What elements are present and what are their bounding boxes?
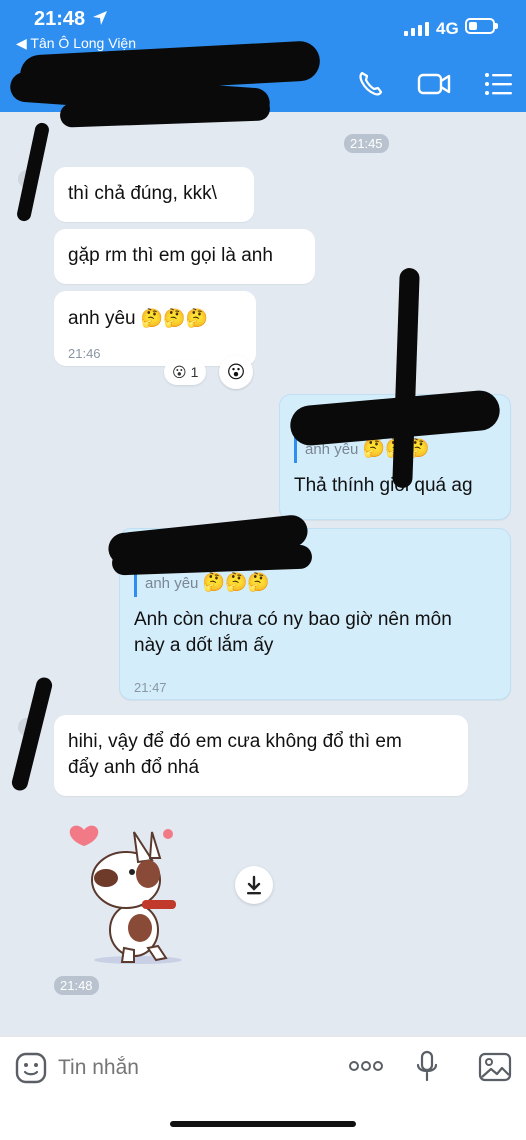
quoted-text: anh yêu xyxy=(145,575,199,592)
message-time: 21:46 xyxy=(68,346,101,361)
message-bubble[interactable]: gặp rm thì em gọi là anh xyxy=(54,229,315,284)
message-text: anh yêu xyxy=(68,308,136,329)
emoji: 🤔🤔🤔 xyxy=(202,572,270,592)
video-call-icon[interactable] xyxy=(416,66,452,102)
message-text-line: Anh còn chưa có ny bao giờ nên môn xyxy=(134,609,452,630)
sticker-icon[interactable] xyxy=(14,1051,48,1085)
download-icon xyxy=(247,875,261,895)
reaction-emoji: 😮 xyxy=(172,363,187,380)
message-input[interactable] xyxy=(56,1049,320,1087)
battery-icon xyxy=(465,18,498,34)
message-time: 21:47 xyxy=(134,680,167,695)
download-button[interactable] xyxy=(235,866,273,904)
reaction-count[interactable]: 😮 1 xyxy=(164,359,207,385)
network-type: 4G xyxy=(436,19,459,38)
microphone-icon[interactable] xyxy=(414,1049,440,1085)
signal-icon xyxy=(404,22,429,36)
emoji: 🤔🤔🤔 xyxy=(140,308,209,328)
more-icon[interactable] xyxy=(348,1059,384,1073)
status-time: 21:48 xyxy=(34,8,86,30)
message-text: Thả thính giỏi quá ag xyxy=(294,475,473,496)
phone-icon[interactable] xyxy=(352,66,388,102)
time-chip: 21:45 xyxy=(344,134,389,153)
dog-with-heart-sticker[interactable] xyxy=(64,810,204,966)
redaction-scribble xyxy=(10,675,54,793)
message-bubble[interactable]: thì chả đúng, kkk\ xyxy=(54,167,254,222)
back-to-app-link[interactable]: ◀ Tân Ô Long Viện xyxy=(16,35,136,52)
message-text-line: hihi, vậy để đó em cưa không đổ thì em xyxy=(68,731,402,752)
react-emoji: 😮 xyxy=(226,361,246,382)
location-arrow-icon xyxy=(93,11,107,25)
message-text: thì chả đúng, kkk\ xyxy=(68,183,217,204)
react-button[interactable]: 😮 xyxy=(219,355,253,389)
reaction-number: 1 xyxy=(190,364,199,380)
home-indicator xyxy=(170,1121,356,1127)
message-bubble[interactable]: hihi, vậy để đó em cưa không đổ thì em đ… xyxy=(54,715,468,796)
time-chip: 21:48 xyxy=(54,976,99,995)
message-bubble[interactable]: anh yêu 🤔🤔🤔 21:46 xyxy=(54,291,256,366)
message-text: gặp rm thì em gọi là anh xyxy=(68,245,273,266)
message-text-line: này a dốt lắm ấy xyxy=(134,635,274,656)
image-icon[interactable] xyxy=(478,1051,512,1083)
menu-list-icon[interactable] xyxy=(481,66,517,102)
message-text-line: đẩy anh đổ nhá xyxy=(68,757,200,778)
